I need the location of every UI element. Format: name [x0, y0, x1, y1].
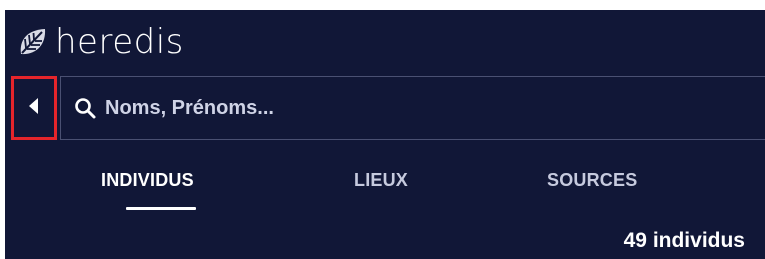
app-logo: heredis [15, 12, 184, 72]
active-tab-indicator [126, 207, 196, 210]
tab-lieux[interactable]: LIEUX [354, 170, 408, 191]
search-bottom-divider [60, 139, 765, 140]
collapse-panel-button[interactable] [11, 76, 57, 140]
results-count: 49 individus [623, 229, 745, 252]
search-top-divider [60, 76, 765, 77]
triangle-left-icon [28, 97, 40, 120]
search-bar [5, 76, 765, 140]
tab-individus[interactable]: INDIVIDUS [101, 170, 194, 191]
search-icon [73, 96, 97, 120]
sidebar-panel: heredis INDIVIDUS LIEUX SOURCES 49 indiv… [5, 10, 765, 259]
tab-bar: INDIVIDUS LIEUX SOURCES [5, 170, 765, 220]
search-input[interactable] [105, 90, 705, 126]
tab-sources[interactable]: SOURCES [547, 170, 637, 191]
search-left-divider [60, 76, 61, 140]
leaf-icon [15, 24, 51, 60]
logo-wordmark: heredis [55, 22, 184, 62]
